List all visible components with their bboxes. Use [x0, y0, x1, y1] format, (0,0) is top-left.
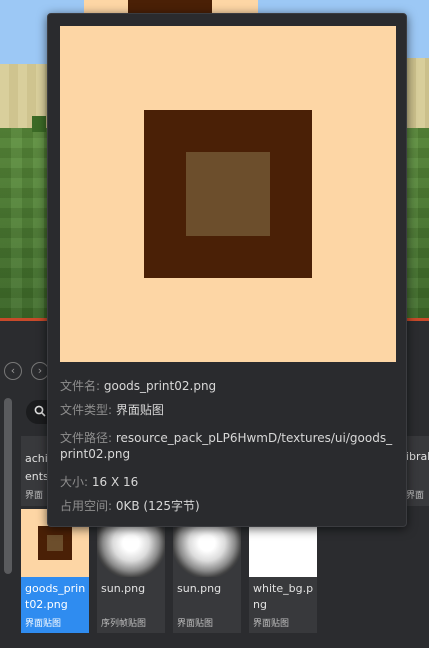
file-name-row: 文件名: goods_print02.png [60, 378, 400, 394]
asset-name: white_bg.png [253, 582, 314, 611]
asset-type: 界面 [25, 491, 44, 501]
scrollbar-thumb[interactable] [4, 398, 12, 574]
space-value: 0KB (125字节) [115, 499, 200, 513]
asset-card[interactable]: achi ents 界面 [21, 436, 49, 506]
texture-preview [60, 26, 396, 362]
asset-card-white-bg[interactable]: white_bg.png 界面贴图 [249, 509, 317, 633]
bush [32, 116, 46, 132]
file-path-row: 文件路径: resource_pack_pLP6HwmD/textures/ui… [60, 430, 396, 462]
asset-card-sun[interactable]: sun.png 序列帧贴图 [97, 509, 165, 633]
asset-name: sun.png [177, 582, 222, 595]
scene-block-center [128, 0, 212, 14]
size-value: 16 X 16 [91, 475, 139, 489]
file-type-label: 文件类型: [60, 403, 113, 417]
asset-name: sun.png [101, 582, 146, 595]
file-type-row: 文件类型: 界面贴图 [60, 402, 400, 418]
size-row: 大小: 16 X 16 [60, 474, 400, 490]
chevron-left-icon[interactable]: ‹ [4, 362, 22, 380]
asset-card[interactable]: ibrah 界面 [404, 436, 429, 506]
asset-type: 序列帧贴图 [101, 619, 147, 629]
space-label: 占用空间: [60, 499, 113, 513]
space-row: 占用空间: 0KB (125字节) [60, 498, 400, 514]
asset-name: goods_print02.png [25, 582, 86, 611]
file-path-label: 文件路径: [60, 431, 113, 445]
file-name-value: goods_print02.png [103, 379, 217, 393]
file-name-label: 文件名: [60, 379, 101, 393]
asset-type: 界面 [406, 491, 425, 501]
asset-type: 界面贴图 [253, 619, 290, 629]
texture-preview-mid [144, 110, 312, 278]
file-type-value: 界面贴图 [115, 403, 164, 417]
texture-preview-center [186, 152, 270, 236]
thumb-inner [47, 535, 63, 551]
asset-card-goods-print02[interactable]: goods_print02.png 界面贴图 [21, 509, 89, 633]
asset-name: ibrah [406, 450, 429, 463]
asset-info-tooltip: 文件名: goods_print02.png 文件类型: 界面贴图 文件路径: … [47, 13, 407, 527]
size-label: 大小: [60, 475, 89, 489]
asset-name: achi ents [25, 452, 49, 483]
asset-type: 界面贴图 [25, 619, 62, 629]
asset-type: 界面贴图 [177, 619, 214, 629]
search-icon[interactable] [34, 405, 46, 417]
asset-card-sun[interactable]: sun.png 界面贴图 [173, 509, 241, 633]
